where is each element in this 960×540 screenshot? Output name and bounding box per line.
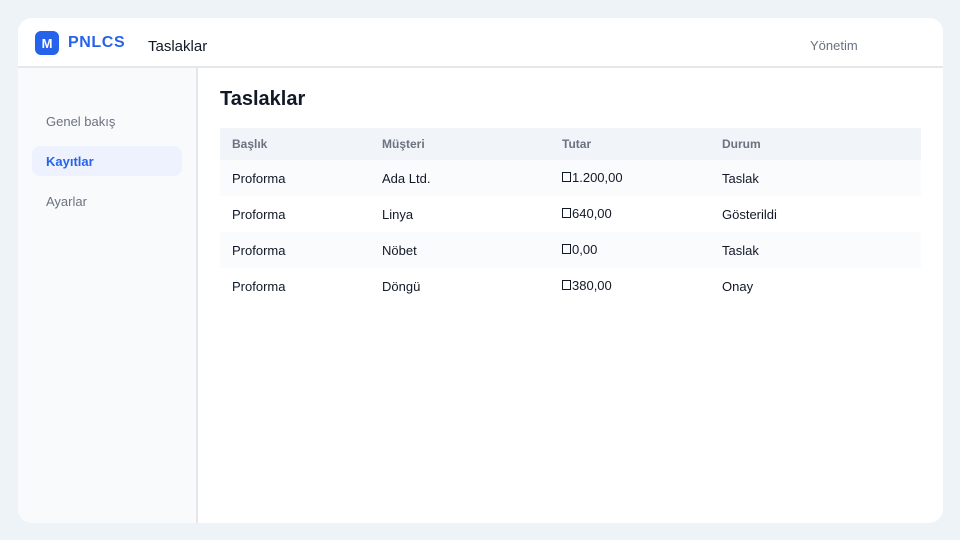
table-header-row: Başlık Müşteri Tutar Durum [220, 128, 921, 160]
row-status: Gösterildi [722, 206, 777, 222]
amount-value: 380,00 [572, 278, 612, 294]
currency-icon [562, 243, 571, 254]
table-row[interactable]: Proforma Ada Ltd. 1.200,00 Taslak [220, 160, 921, 196]
row-amount: 0,00 [550, 242, 710, 258]
app-window: M PNLCS Taslaklar Yönetim Genel bakış Ka… [18, 18, 943, 523]
row-title: Proforma [232, 206, 286, 222]
sidebar-item-settings[interactable]: Ayarlar [32, 186, 182, 216]
page-heading: Taslaklar [148, 38, 208, 55]
row-title: Proforma [232, 278, 286, 294]
drafts-table: Başlık Müşteri Tutar Durum Proforma Ada … [220, 128, 921, 304]
row-customer: Ada Ltd. [382, 170, 431, 186]
amount-value: 0,00 [572, 242, 598, 258]
row-amount: 380,00 [550, 278, 710, 294]
logo-icon: M [35, 31, 59, 55]
row-status: Onay [722, 278, 754, 294]
sidebar-item-label: Ayarlar [46, 193, 87, 209]
main-content: Taslaklar Başlık Müşteri Tutar Durum Pro… [198, 68, 943, 523]
row-title: Proforma [232, 170, 286, 186]
row-customer: Döngü [382, 278, 421, 294]
admin-link[interactable]: Yönetim [810, 38, 858, 53]
sidebar-item-overview[interactable]: Genel bakış [32, 106, 182, 136]
column-header-title[interactable]: Başlık [220, 137, 370, 151]
table-row[interactable]: Proforma Linya 640,00 Gösterildi [220, 196, 921, 232]
row-amount: 640,00 [550, 206, 710, 222]
sidebar: Genel bakış Kayıtlar Ayarlar [18, 68, 198, 523]
brand-name: PNLCS [68, 34, 126, 51]
sidebar-item-label: Kayıtlar [46, 153, 94, 169]
page-title: Taslaklar [220, 88, 306, 110]
currency-icon [562, 171, 571, 182]
table-row[interactable]: Proforma Döngü 380,00 Onay [220, 268, 921, 304]
row-status: Taslak [722, 170, 759, 186]
row-title: Proforma [232, 242, 286, 258]
top-bar: M PNLCS Taslaklar Yönetim [18, 18, 943, 68]
amount-value: 640,00 [572, 206, 612, 222]
sidebar-item-label: Genel bakış [46, 113, 116, 129]
currency-icon [562, 279, 571, 290]
column-header-customer[interactable]: Müşteri [370, 137, 550, 151]
sidebar-item-records[interactable]: Kayıtlar [32, 146, 182, 176]
row-customer: Linya [382, 206, 414, 222]
column-header-status[interactable]: Durum [710, 137, 921, 151]
table-row[interactable]: Proforma Nöbet 0,00 Taslak [220, 232, 921, 268]
row-status: Taslak [722, 242, 759, 258]
row-amount: 1.200,00 [550, 170, 710, 186]
column-header-amount[interactable]: Tutar [550, 137, 710, 151]
amount-value: 1.200,00 [572, 170, 623, 186]
row-customer: Nöbet [382, 242, 417, 258]
currency-icon [562, 207, 571, 218]
